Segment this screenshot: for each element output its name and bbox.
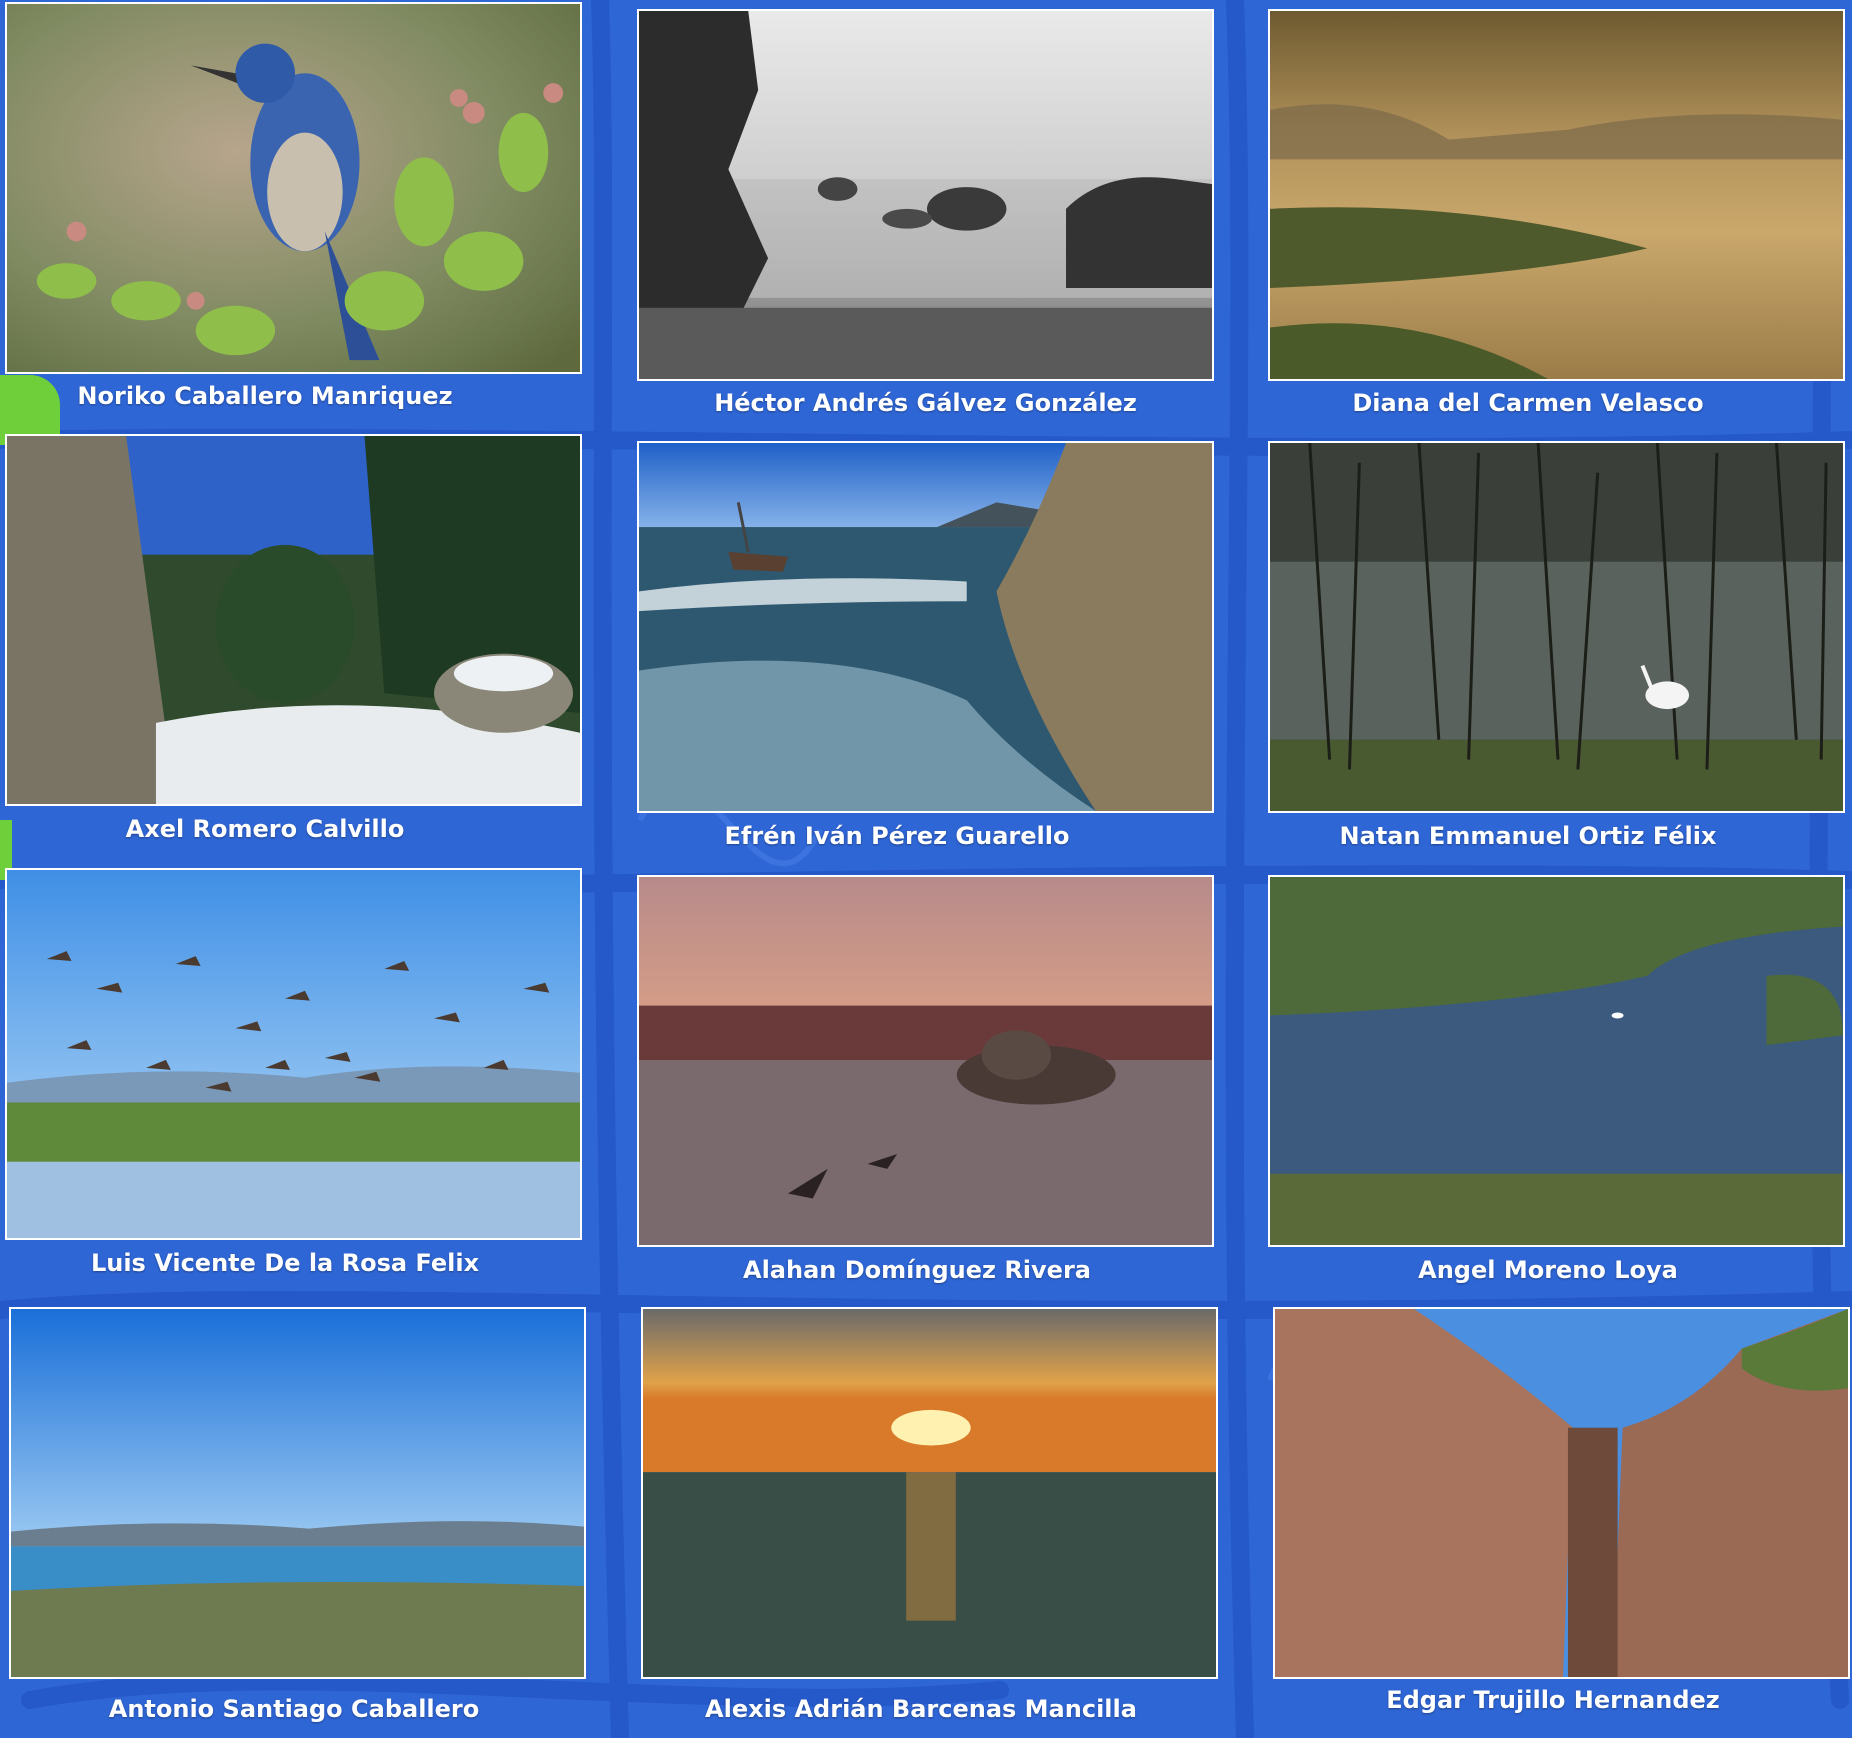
photo-rocky-coast-bw[interactable] <box>637 9 1214 381</box>
photo-pelicans-flight[interactable] <box>5 868 582 1240</box>
pelicans-lake-image <box>7 870 580 1238</box>
photographer-caption: Natan Emmanuel Ortiz Félix <box>1339 822 1717 850</box>
photo-pier-sunset[interactable] <box>637 875 1214 1247</box>
bay-coastline-image <box>11 1309 584 1677</box>
photographer-caption: Alahan Domínguez Rivera <box>743 1256 1091 1284</box>
photo-egret-reeds[interactable] <box>1268 441 1845 813</box>
photo-marsh-lagoon[interactable] <box>1268 875 1845 1247</box>
bird-on-branch-image <box>7 4 580 372</box>
photographer-caption: Luis Vicente De la Rosa Felix <box>90 1249 480 1277</box>
photo-shipwreck-coast[interactable] <box>637 441 1214 813</box>
photo-bay-view[interactable] <box>9 1307 586 1679</box>
reeds-heron-image <box>1270 443 1843 811</box>
photo-snowy-boulders[interactable] <box>5 434 582 806</box>
pier-birds-image <box>639 877 1212 1245</box>
photographer-caption: Angel Moreno Loya <box>1418 1256 1678 1284</box>
boulders-pines-image <box>7 436 580 804</box>
photographer-caption: Diana del Carmen Velasco <box>1352 389 1704 417</box>
photographer-caption: Efrén Iván Pérez Guarello <box>724 822 1070 850</box>
photographer-caption: Héctor Andrés Gálvez González <box>714 389 1137 417</box>
coast-rocks-image <box>639 11 1212 379</box>
photographer-caption: Noriko Caballero Manriquez <box>77 382 453 410</box>
shipwreck-waves-image <box>639 443 1212 811</box>
sea-sunset-image <box>643 1309 1216 1677</box>
photo-blue-jay[interactable] <box>5 2 582 374</box>
wetland-sunset-image <box>1270 11 1843 379</box>
photographer-caption: Antonio Santiago Caballero <box>108 1695 480 1723</box>
canyon-cliffs-image <box>1275 1309 1848 1677</box>
photographer-caption: Alexis Adrián Barcenas Mancilla <box>705 1695 1137 1723</box>
photographer-caption: Edgar Trujillo Hernandez <box>1386 1686 1720 1714</box>
photo-golden-wetland[interactable] <box>1268 9 1845 381</box>
photo-ocean-sunset[interactable] <box>641 1307 1218 1679</box>
photographer-caption: Axel Romero Calvillo <box>125 815 405 843</box>
photo-red-cliffs[interactable] <box>1273 1307 1850 1679</box>
lagoon-reeds-image <box>1270 877 1843 1245</box>
